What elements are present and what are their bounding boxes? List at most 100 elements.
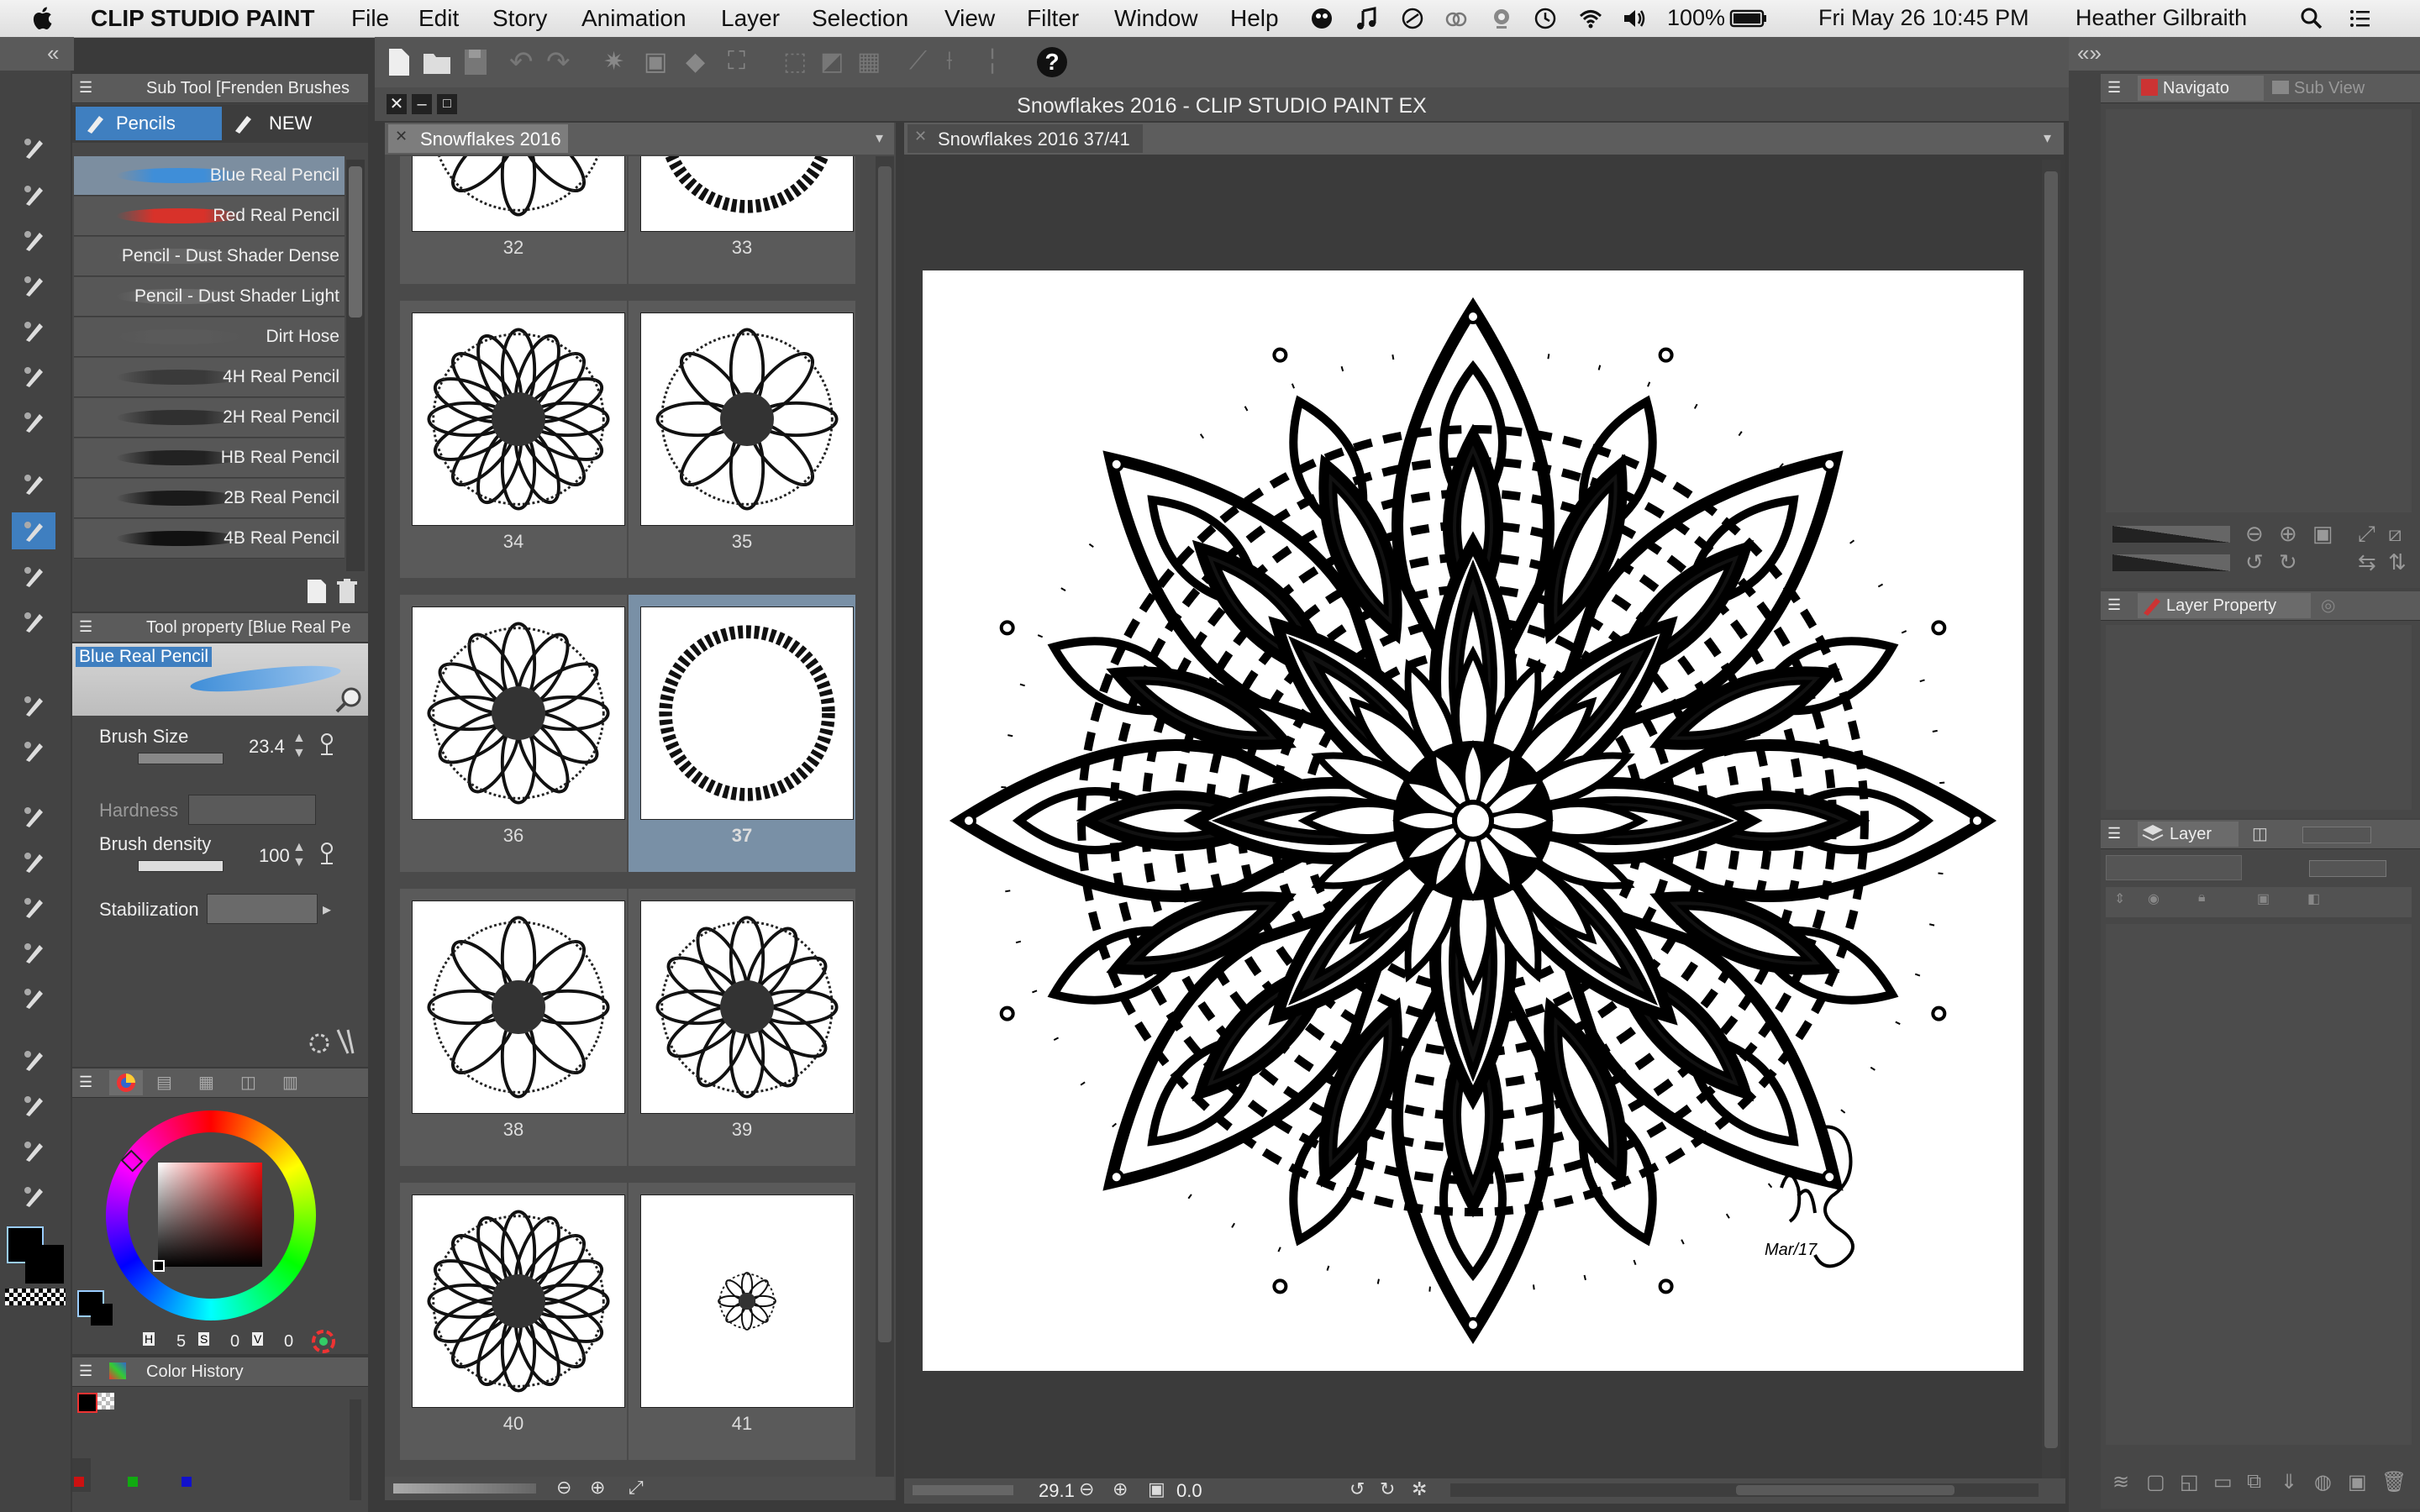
panel-menu-icon[interactable]: ☰ — [2107, 596, 2121, 614]
zoom-in-icon[interactable]: ⊕ — [590, 1477, 605, 1499]
layer-search-tab-icon[interactable]: ◎ — [2321, 595, 2335, 616]
open-folder-icon[interactable] — [422, 47, 452, 77]
flip-horizontal-icon[interactable]: ⇆ — [2358, 549, 2376, 575]
rotate-right-icon[interactable]: ↻ — [2279, 549, 2297, 575]
deselect-icon[interactable]: ⬚ — [783, 47, 807, 76]
navigator-zoom-slider[interactable] — [2112, 526, 2230, 543]
webcam-icon[interactable] — [1489, 6, 1514, 31]
thumb-size-slider[interactable] — [393, 1483, 536, 1494]
snap-special-ruler-icon[interactable]: ⟊ — [946, 47, 953, 76]
tab-new[interactable]: NEW — [222, 107, 365, 140]
tab-layer-property[interactable]: Layer Property — [2138, 593, 2311, 618]
invert-selection-icon[interactable]: ◩ — [820, 47, 844, 76]
reference-icon[interactable]: ◉ — [2148, 890, 2160, 907]
close-tab-icon[interactable]: ✕ — [914, 128, 927, 145]
apple-icon[interactable] — [30, 4, 57, 33]
canvas-tab[interactable]: ✕ Snowflakes 2016 37/41 — [908, 124, 1143, 153]
rotation-value[interactable]: 0.0 — [1176, 1480, 1202, 1502]
battery-icon[interactable] — [1729, 6, 1768, 31]
new-file-icon[interactable] — [387, 47, 412, 77]
zoom-value[interactable]: 29.1 — [1039, 1480, 1075, 1502]
save-icon[interactable] — [462, 47, 489, 77]
panel-menu-icon[interactable]: ☰ — [79, 79, 92, 97]
history-swatch-blue[interactable] — [182, 1477, 192, 1487]
canvas-vscrollbar[interactable] — [2042, 160, 2060, 1478]
help-icon[interactable]: ? — [1037, 47, 1067, 77]
clock[interactable]: Fri May 26 10:45 PM — [1818, 5, 2029, 31]
tab-pencils[interactable]: Pencils — [76, 107, 222, 140]
apply-mask-icon[interactable]: ▣ — [2348, 1470, 2367, 1494]
page-thumbnail[interactable]: 36 — [400, 595, 627, 872]
transform-icon[interactable]: ⛶ — [728, 47, 745, 76]
history-swatch-red[interactable] — [74, 1477, 84, 1487]
flip-icon[interactable]: ⧄ — [2388, 521, 2402, 548]
menu-layer[interactable]: Layer — [721, 5, 780, 32]
flip-vertical-icon[interactable]: ⇅ — [2388, 549, 2407, 575]
menu-edit[interactable]: Edit — [418, 5, 459, 32]
layer-list[interactable] — [2106, 924, 2412, 1445]
fit-icon[interactable]: ⤢ — [629, 1477, 644, 1499]
navigator-preview[interactable] — [2106, 109, 2412, 512]
page-manager-tab[interactable]: ✕ Snowflakes 2016 — [388, 124, 568, 153]
rotate-left-icon[interactable]: ↺ — [1349, 1478, 1365, 1500]
page-thumbnail[interactable]: 40 — [400, 1183, 627, 1460]
canvas-hscrollbar[interactable] — [1450, 1483, 2039, 1497]
menu-animation[interactable]: Animation — [581, 5, 687, 32]
zoom-out-icon[interactable]: ⊖ — [556, 1477, 571, 1499]
tab-navigator[interactable]: Navigato — [2138, 76, 2264, 101]
page-thumbnail[interactable]: 35 — [629, 301, 855, 578]
snap-grid-icon[interactable]: ╎ — [985, 47, 1000, 76]
page-thumbnail[interactable]: 39 — [629, 889, 855, 1166]
rotate-left-icon[interactable]: ↺ — [2245, 549, 2264, 575]
creature-status-icon[interactable] — [1309, 6, 1334, 31]
reset-rotation-icon[interactable]: ✲ — [1412, 1478, 1427, 1500]
page-scrollbar[interactable] — [876, 156, 894, 1477]
history-swatch-green[interactable] — [128, 1477, 138, 1487]
undo-icon[interactable]: ↶ — [509, 45, 534, 79]
new-vector-layer-icon[interactable]: ◱ — [2180, 1470, 2199, 1494]
grid-icon[interactable]: ▦ — [857, 47, 881, 76]
snap-ruler-icon[interactable]: ⟋ — [909, 47, 927, 76]
collapse-left-icon[interactable]: « — [47, 40, 59, 66]
page-thumbnail[interactable]: 38 — [400, 889, 627, 1166]
blend-mode-select[interactable] — [2106, 855, 2242, 880]
new-folder-icon[interactable]: ▭ — [2213, 1470, 2233, 1494]
zoom-in-icon[interactable]: ⊕ — [2279, 521, 2297, 547]
creative-cloud-icon[interactable] — [1444, 6, 1469, 31]
wifi-icon[interactable] — [1578, 6, 1603, 31]
notification-center-icon[interactable] — [2348, 6, 2373, 31]
zoom-in-icon[interactable]: ⊕ — [1113, 1478, 1128, 1500]
spotlight-search-icon[interactable] — [2299, 6, 2324, 31]
page-thumbnail[interactable]: 41 — [629, 1183, 855, 1460]
menu-file[interactable]: File — [351, 5, 389, 32]
donotdisturb-icon[interactable] — [1400, 6, 1425, 31]
panel-menu-icon[interactable]: ☰ — [2107, 79, 2121, 97]
lock-icon[interactable]: 🔒︎ — [2198, 890, 2206, 906]
panel-menu-icon[interactable]: ☰ — [2107, 825, 2121, 843]
tab-menu-icon[interactable]: ▾ — [2044, 129, 2051, 147]
redo-icon[interactable]: ↷ — [546, 45, 571, 79]
layer-settings-icon[interactable]: ≋ — [2112, 1470, 2129, 1494]
volume-icon[interactable] — [1622, 6, 1647, 31]
navigator-rotate-slider[interactable] — [2112, 554, 2230, 571]
page-thumbnail[interactable]: 34 — [400, 301, 627, 578]
clear-outside-icon[interactable]: ▣ — [644, 47, 667, 76]
rotate-right-icon[interactable]: ↻ — [1380, 1478, 1395, 1500]
mask-icon[interactable]: ▣ — [2257, 890, 2270, 907]
duplicate-layer-icon[interactable]: ⧉ — [2247, 1470, 2261, 1494]
menu-story[interactable]: Story — [492, 5, 547, 32]
user-name[interactable]: Heather Gilbraith — [2075, 5, 2247, 31]
delete-layer-icon[interactable]: 🗑︎ — [2381, 1470, 2407, 1494]
fit-navigator-icon[interactable]: ⤢ — [2358, 521, 2375, 548]
clear-icon[interactable]: ✷ — [603, 47, 624, 76]
collapse-right-icon[interactable]: «» — [2077, 40, 2102, 66]
zoom-out-icon[interactable]: ⊖ — [1079, 1478, 1094, 1500]
menu-filter[interactable]: Filter — [1027, 5, 1079, 32]
menu-selection[interactable]: Selection — [812, 5, 908, 32]
close-tab-icon[interactable]: ✕ — [395, 128, 408, 145]
fit-window-icon[interactable]: ▣ — [1148, 1478, 1165, 1500]
actual-size-icon[interactable]: ▣ — [2312, 521, 2333, 547]
mask-layer-icon[interactable]: ◍ — [2314, 1470, 2332, 1494]
palette-color-icon[interactable]: ◧ — [2307, 890, 2320, 907]
opacity-slider[interactable] — [2309, 860, 2386, 877]
